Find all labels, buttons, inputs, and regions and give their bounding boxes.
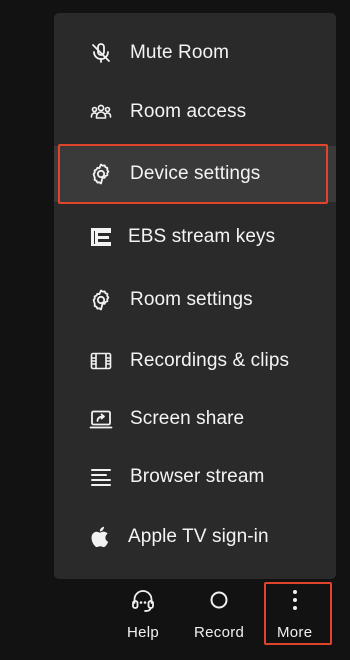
more-button[interactable]: More — [277, 588, 312, 641]
menu-item-label: Screen share — [130, 408, 245, 429]
menu-item-label: Room access — [130, 101, 247, 122]
menu-item-ebs-stream-keys[interactable]: EBS stream keys — [54, 209, 336, 265]
menu-item-apple-tv-signin[interactable]: Apple TV sign-in — [54, 509, 336, 565]
lines-icon — [88, 464, 114, 490]
help-label: Help — [127, 624, 160, 641]
more-vertical-icon — [282, 588, 308, 614]
gear-icon — [88, 287, 114, 313]
help-headset-icon — [130, 588, 156, 614]
menu-item-label: EBS stream keys — [128, 226, 276, 247]
mute-room-icon — [88, 40, 114, 66]
apple-icon — [88, 524, 114, 550]
ebs-logo-icon — [88, 224, 114, 250]
record-icon — [206, 588, 232, 614]
menu-item-screen-share[interactable]: Screen share — [54, 391, 336, 447]
menu-item-label: Device settings — [130, 163, 261, 184]
menu-item-label: Mute Room — [130, 42, 230, 63]
help-button[interactable]: Help — [127, 588, 159, 641]
more-label: More — [277, 624, 313, 641]
menu-item-label: Browser stream — [130, 466, 265, 487]
people-icon — [88, 99, 114, 125]
menu-item-label: Room settings — [130, 289, 253, 310]
menu-item-browser-stream[interactable]: Browser stream — [54, 449, 336, 505]
screen-share-icon — [88, 406, 114, 432]
menu-item-label: Recordings & clips — [130, 350, 290, 371]
menu-item-room-settings[interactable]: Room settings — [54, 272, 336, 328]
menu-item-room-access[interactable]: Room access — [54, 84, 336, 140]
film-icon — [88, 348, 114, 374]
menu-item-label: Apple TV sign-in — [128, 526, 269, 547]
menu-item-device-settings[interactable]: Device settings — [54, 146, 336, 202]
gear-icon — [88, 161, 114, 187]
record-button[interactable]: Record — [194, 588, 244, 641]
record-label: Record — [194, 624, 245, 641]
menu-item-mute-room[interactable]: Mute Room — [54, 25, 336, 81]
more-menu: Mute Room Room access Device settings EB… — [54, 13, 336, 579]
menu-item-recordings-clips[interactable]: Recordings & clips — [54, 333, 336, 389]
